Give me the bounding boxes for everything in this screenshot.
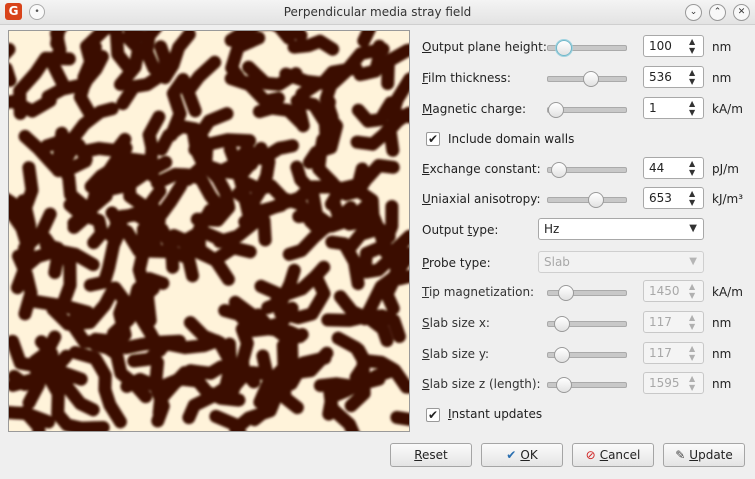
tip-magnetization-label: Tip magnetization: <box>422 285 535 299</box>
slab-size-y-spinbox[interactable]: 117 ▲ ▼ <box>643 342 704 364</box>
tip-magnetization-unit: kA/m <box>712 285 743 299</box>
domain-stripe <box>287 34 340 56</box>
exchange-constant-slider[interactable] <box>547 162 627 178</box>
slab-size-x-label: Slab size x: <box>422 316 490 330</box>
instant-updates-checkbox[interactable]: ✔ <box>426 408 440 422</box>
output-type-label: Output type: <box>422 223 499 237</box>
output-plane-height-label: Output plane height: <box>422 40 547 54</box>
update-button[interactable]: ✎ Update <box>663 443 745 467</box>
minimize-icon[interactable]: ⌄ <box>685 4 702 21</box>
slab-size-z-value: 1595 <box>649 376 680 390</box>
instant-updates-label: Instant updates <box>448 407 543 421</box>
output-type-value: Hz <box>544 222 560 236</box>
film-thickness-slider[interactable] <box>547 71 627 87</box>
slab-size-y-unit: nm <box>712 347 732 361</box>
uniaxial-anisotropy-slider-handle[interactable] <box>588 192 604 208</box>
window-title: Perpendicular media stray field <box>283 5 472 19</box>
slab-size-y-slider-handle[interactable] <box>554 347 570 363</box>
slab-size-x-unit: nm <box>712 316 732 330</box>
probe-type-select[interactable]: Slab ▼ <box>538 251 704 273</box>
magnetic-charge-slider[interactable] <box>547 102 627 118</box>
output-plane-height-slider[interactable] <box>547 40 627 56</box>
slab-size-z-spinbox[interactable]: 1595 ▲ ▼ <box>643 372 704 394</box>
domain-stripe <box>144 184 167 254</box>
include-domain-walls-label: Include domain walls <box>448 132 575 146</box>
slab-size-z-unit: nm <box>712 377 732 391</box>
spin-arrows-icon[interactable]: ▲ ▼ <box>689 313 699 331</box>
output-plane-height-slider-handle[interactable] <box>556 40 572 56</box>
slab-size-z-label: Slab size z (length): <box>422 377 541 391</box>
exchange-constant-spinbox[interactable]: 44 ▲ ▼ <box>643 157 704 179</box>
probe-type-label: Probe type: <box>422 256 491 270</box>
magnetic-charge-spinbox[interactable]: 1 ▲ ▼ <box>643 97 704 119</box>
close-icon[interactable]: ✕ <box>733 4 750 21</box>
spin-arrows-icon[interactable]: ▲ ▼ <box>689 159 699 177</box>
maximize-icon[interactable]: ⌃ <box>709 4 726 21</box>
slab-size-x-value: 117 <box>649 315 672 329</box>
film-thickness-value: 536 <box>649 70 672 84</box>
exchange-constant-unit: pJ/m <box>712 162 739 176</box>
domain-stripe <box>148 356 170 428</box>
update-brush-icon: ✎ <box>675 448 686 462</box>
chevron-down-icon: ▼ <box>689 256 697 267</box>
cancel-button[interactable]: ⊘ Cancel <box>572 443 654 467</box>
magnetic-charge-label: Magnetic charge: <box>422 102 527 116</box>
chevron-down-icon: ▼ <box>689 223 697 234</box>
ok-button[interactable]: ✔ OK <box>481 443 563 467</box>
domain-stripe <box>390 410 409 426</box>
title-bar[interactable]: G • Perpendicular media stray field ⌄ ⌃ … <box>0 0 755 25</box>
slab-size-y-slider[interactable] <box>547 347 627 363</box>
slab-size-z-slider[interactable] <box>547 377 627 393</box>
uniaxial-anisotropy-value: 653 <box>649 191 672 205</box>
magnetic-charge-unit: kA/m <box>712 102 743 116</box>
magnetic-charge-slider-handle[interactable] <box>548 102 564 118</box>
output-plane-height-unit: nm <box>712 40 732 54</box>
spin-arrows-icon[interactable]: ▲ ▼ <box>689 99 699 117</box>
preview-image <box>8 30 410 432</box>
output-plane-height-spinbox[interactable]: 100 ▲ ▼ <box>643 35 704 57</box>
film-thickness-spinbox[interactable]: 536 ▲ ▼ <box>643 66 704 88</box>
film-thickness-slider-handle[interactable] <box>583 71 599 87</box>
film-thickness-unit: nm <box>712 71 732 85</box>
exchange-constant-value: 44 <box>649 161 665 175</box>
spin-arrows-icon[interactable]: ▲ ▼ <box>689 37 699 55</box>
tip-magnetization-spinbox[interactable]: 1450 ▲ ▼ <box>643 280 704 302</box>
uniaxial-anisotropy-label: Uniaxial anisotropy: <box>422 192 541 206</box>
magnetic-domain-pattern <box>9 31 409 431</box>
slab-size-x-slider[interactable] <box>547 316 627 332</box>
tip-magnetization-slider-handle[interactable] <box>558 285 574 301</box>
slab-size-y-label: Slab size y: <box>422 347 490 361</box>
exchange-constant-slider-handle[interactable] <box>551 162 567 178</box>
spin-arrows-icon[interactable]: ▲ ▼ <box>689 344 699 362</box>
spin-arrows-icon[interactable]: ▲ ▼ <box>689 189 699 207</box>
tip-magnetization-value: 1450 <box>649 284 680 298</box>
exchange-constant-label: Exchange constant: <box>422 162 541 176</box>
ok-check-icon: ✔ <box>506 448 517 462</box>
probe-type-value: Slab <box>544 255 570 269</box>
slab-size-x-spinbox[interactable]: 117 ▲ ▼ <box>643 311 704 333</box>
slab-size-y-value: 117 <box>649 346 672 360</box>
cancel-stop-icon: ⊘ <box>585 448 596 462</box>
output-plane-height-value: 100 <box>649 39 672 53</box>
uniaxial-anisotropy-slider[interactable] <box>547 192 627 208</box>
slab-size-x-slider-handle[interactable] <box>554 316 570 332</box>
film-thickness-label: Film thickness: <box>422 71 511 85</box>
include-domain-walls-checkbox[interactable]: ✔ <box>426 132 440 146</box>
slab-size-z-slider-handle[interactable] <box>556 377 572 393</box>
spin-arrows-icon[interactable]: ▲ ▼ <box>689 374 699 392</box>
spin-arrows-icon[interactable]: ▲ ▼ <box>689 68 699 86</box>
tip-magnetization-slider[interactable] <box>547 285 627 301</box>
reset-button[interactable]: Reset <box>390 443 472 467</box>
spin-arrows-icon[interactable]: ▲ ▼ <box>689 282 699 300</box>
magnetic-charge-value: 1 <box>649 101 657 115</box>
uniaxial-anisotropy-unit: kJ/m³ <box>712 192 744 206</box>
uniaxial-anisotropy-spinbox[interactable]: 653 ▲ ▼ <box>643 187 704 209</box>
output-type-select[interactable]: Hz ▼ <box>538 218 704 240</box>
